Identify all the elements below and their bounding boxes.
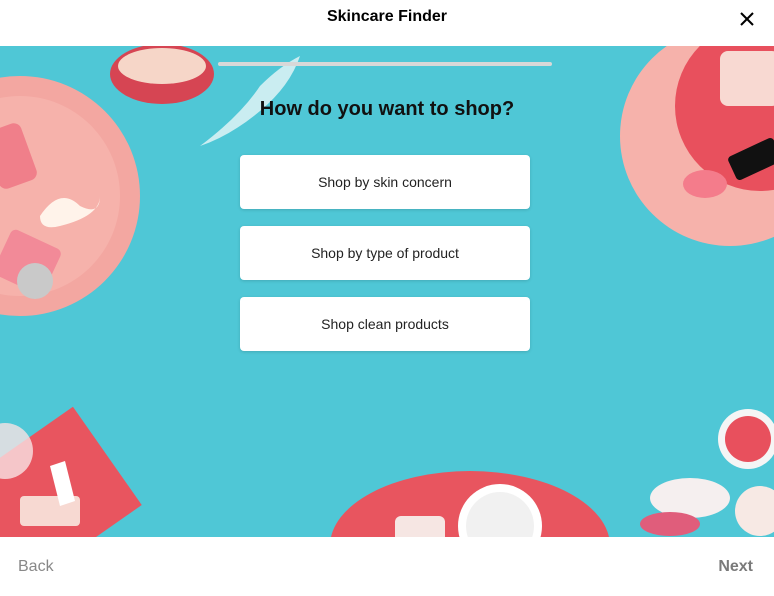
option-product-type[interactable]: Shop by type of product [240,226,530,280]
close-icon[interactable] [736,8,758,30]
back-button[interactable]: Back [18,558,54,576]
question-heading: How do you want to shop? [259,98,515,120]
option-label: Shop clean products [321,316,449,332]
option-clean-products[interactable]: Shop clean products [240,297,530,351]
progress-bar [218,62,552,66]
skincare-finder-modal: Skincare Finder How do you want to shop?… [0,0,774,596]
modal-title: Skincare Finder [326,8,448,25]
next-button[interactable]: Next [718,558,753,576]
modal-header: Skincare Finder [0,0,774,46]
option-label: Shop by skin concern [318,174,452,190]
option-label: Shop by type of product [311,245,459,261]
modal-footer: Back Next [0,537,774,596]
hero-background: How do you want to shop? Shop by skin co… [0,46,774,537]
option-skin-concern[interactable]: Shop by skin concern [240,155,530,209]
